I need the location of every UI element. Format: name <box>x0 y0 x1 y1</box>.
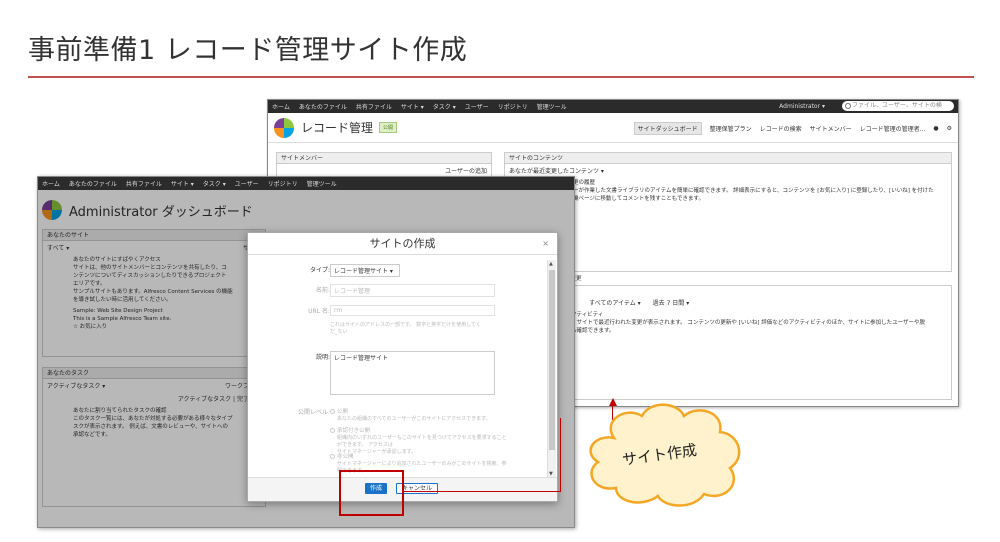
nav-sites[interactable]: サイト ▾ <box>401 102 424 111</box>
activity-text: 、サイトで最近行われた変更が表示されます。 コンテンツの更新や [いいね] 評価… <box>571 320 926 334</box>
site-name: レコード管理 <box>301 121 374 135</box>
gear-icon[interactable]: ⚙ <box>947 125 952 132</box>
radio-public-label: 公開 <box>337 409 349 415</box>
site-header: レコード管理 公開 サイトダッシュボード 整理保管プラン レコードの検索 サイト… <box>268 113 958 143</box>
back-topbar: ホーム あなたのファイル 共有ファイル サイト ▾ タスク ▾ ユーザー リポジ… <box>268 100 958 113</box>
activity-title: クティビティ <box>571 312 604 318</box>
add-user-button[interactable]: ユーザーの追加 <box>445 166 487 175</box>
dialog-title: サイトの作成 × <box>248 233 557 255</box>
activity-filter-bar: すべてのアイテム ▾ 過去 7 日間 ▾ <box>585 296 951 309</box>
front-nav-tasks[interactable]: タスク ▾ <box>203 179 226 188</box>
name-label: 名前: <box>315 287 330 294</box>
front-nav-my-files[interactable]: あなたのファイル <box>69 179 117 188</box>
slide-title: 事前準備1 レコード管理サイト作成 <box>28 35 468 66</box>
front-nav-repository[interactable]: リポジトリ <box>268 179 298 188</box>
radio-moderated[interactable]: 承認付き公開 <box>330 426 370 434</box>
content-title: サイトのコンテンツ <box>505 153 951 164</box>
radio-dot-icon <box>330 428 335 433</box>
radio-public[interactable]: 公開 <box>330 407 348 415</box>
url-hint: これはサイトのアドレスの一部です。 数字と英字だけを使用してく だ_ない <box>330 322 481 335</box>
topbar-right: Administrator ▾ ファイル、ユーザー、サイトの検 <box>779 101 954 111</box>
nav-tasks[interactable]: タスク ▾ <box>433 102 456 111</box>
desc-label: 説明: <box>315 354 330 361</box>
url-label: URL 名: <box>308 308 330 315</box>
create-button-highlight <box>339 470 404 516</box>
radio-dot-icon <box>330 454 335 459</box>
site-nav: サイトダッシュボード 整理保管プラン レコードの検索 サイトメンバー レコード管… <box>626 122 952 135</box>
site-nav-dashboard[interactable]: サイトダッシュボード <box>633 122 702 135</box>
front-nav-home[interactable]: ホーム <box>42 179 60 188</box>
site-nav-records-search[interactable]: レコードの検索 <box>760 124 802 133</box>
site-nav-members[interactable]: サイトメンバー <box>810 124 852 133</box>
nav-shared-files[interactable]: 共有ファイル <box>356 102 392 111</box>
front-nav-admin-tools[interactable]: 管理ツール <box>307 179 337 188</box>
history-text: ーが作業した文書ライブラリのアイテムを簡単に確認できます。 詳細表示にすると、コ… <box>573 188 934 202</box>
radio-moderated-label: 承認付き公開 <box>337 428 371 434</box>
close-icon[interactable]: × <box>542 233 549 255</box>
dialog-title-text: サイトの作成 <box>369 237 436 250</box>
type-select[interactable]: レコード管理サイト ▾ <box>330 264 400 277</box>
site-nav-file-plan[interactable]: 整理保管プラン <box>710 124 752 133</box>
site-nav-rm-admin[interactable]: レコード管理の管理者... <box>860 124 926 133</box>
callout-connector-vertical <box>560 418 561 492</box>
dialog-scrollbar[interactable]: ▲ ▼ <box>547 260 556 478</box>
callout-connector <box>404 491 561 492</box>
radio-moderated-hint: 組織内のいずれのユーザーもこのサイトを見つけてアクセスを要求することができます。… <box>337 435 507 455</box>
visibility-label: 公開レベル: <box>297 409 330 416</box>
front-nav-sites[interactable]: サイト ▾ <box>171 179 194 188</box>
content-filter[interactable]: あなたが最近変更したコンテンツ ▾ <box>509 166 604 175</box>
front-nav-users[interactable]: ユーザー <box>235 179 259 188</box>
type-value: レコード管理サイト <box>334 268 389 275</box>
nav-admin-tools[interactable]: 管理ツール <box>537 102 567 111</box>
slide: 事前準備1 レコード管理サイト作成 ホーム あなたのファイル 共有ファイル サイ… <box>0 0 1000 542</box>
radio-public-hint: あなたの組織のすべてのユーザーがこのサイトにアクセスできます。 <box>337 416 491 422</box>
dialog-body: タイプ: レコード管理サイト ▾ 名前: レコード管理 URL 名: rm これ… <box>248 256 548 479</box>
create-site-dialog: サイトの作成 × タイプ: レコード管理サイト ▾ 名前: レコード管理 URL… <box>247 232 558 502</box>
desc-textarea[interactable]: レコード管理サイト <box>330 351 495 395</box>
nav-my-files[interactable]: あなたのファイル <box>299 102 347 111</box>
activity-filter-items[interactable]: すべてのアイテム ▾ <box>589 298 641 307</box>
radio-private[interactable]: 非公開 <box>330 452 354 460</box>
activity-body: クティビティ 、サイトで最近行われた変更が表示されます。 コンテンツの更新や [… <box>565 309 951 337</box>
nav-users[interactable]: ユーザー <box>465 102 489 111</box>
activity-filter-range[interactable]: 過去 7 日間 ▾ <box>653 298 690 307</box>
front-nav-shared-files[interactable]: 共有ファイル <box>126 179 162 188</box>
search-input[interactable]: ファイル、ユーザー、サイトの検 <box>842 101 954 111</box>
url-input[interactable]: rm <box>330 305 495 316</box>
radio-dot-icon <box>330 409 335 414</box>
user-menu[interactable]: Administrator ▾ <box>779 103 825 110</box>
members-title: サイトメンバー <box>277 153 491 164</box>
nav-home[interactable]: ホーム <box>272 102 290 111</box>
name-input[interactable]: レコード管理 <box>330 284 495 297</box>
alfresco-logo-icon <box>274 117 294 138</box>
history-title: 更の履歴 <box>573 180 596 186</box>
type-label: タイプ: <box>309 267 330 274</box>
title-rule <box>28 76 974 78</box>
scroll-up-icon[interactable]: ▲ <box>549 261 553 267</box>
front-topbar: ホーム あなたのファイル 共有ファイル サイト ▾ タスク ▾ ユーザー リポジ… <box>38 177 574 190</box>
nav-repository[interactable]: リポジトリ <box>498 102 528 111</box>
search-placeholder: ファイル、ユーザー、サイトの検 <box>852 102 942 109</box>
scroll-thumb[interactable] <box>549 270 555 450</box>
radio-private-label: 非公開 <box>337 454 354 460</box>
public-badge: 公開 <box>379 122 398 133</box>
user-icon[interactable]: ● <box>933 125 938 132</box>
